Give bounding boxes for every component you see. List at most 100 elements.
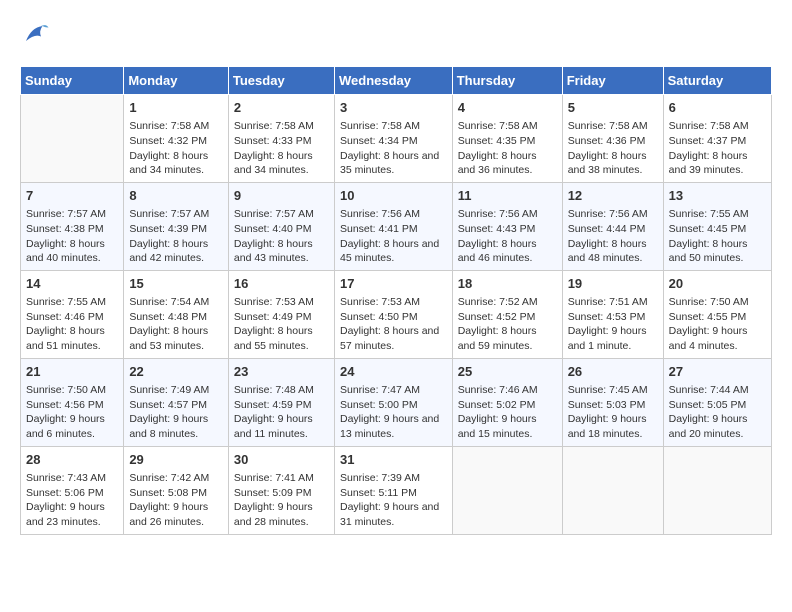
sunrise-text: Sunrise: 7:57 AM [234, 208, 314, 220]
calendar-cell [663, 446, 771, 534]
header-saturday: Saturday [663, 67, 771, 95]
daylight-text: Daylight: 8 hours and 34 minutes. [234, 150, 313, 177]
daylight-text: Daylight: 8 hours and 51 minutes. [26, 325, 105, 352]
day-number: 11 [458, 187, 557, 205]
sunset-text: Sunset: 4:50 PM [340, 311, 418, 323]
daylight-text: Daylight: 8 hours and 46 minutes. [458, 238, 537, 265]
day-number: 19 [568, 275, 658, 293]
sunset-text: Sunset: 4:55 PM [669, 311, 747, 323]
calendar-cell: 26Sunrise: 7:45 AMSunset: 5:03 PMDayligh… [562, 358, 663, 446]
sunset-text: Sunset: 5:05 PM [669, 399, 747, 411]
day-number: 24 [340, 363, 447, 381]
day-number: 3 [340, 99, 447, 117]
day-number: 15 [129, 275, 223, 293]
calendar-cell: 14Sunrise: 7:55 AMSunset: 4:46 PMDayligh… [21, 270, 124, 358]
daylight-text: Daylight: 9 hours and 23 minutes. [26, 501, 105, 528]
daylight-text: Daylight: 8 hours and 57 minutes. [340, 325, 439, 352]
calendar-cell: 27Sunrise: 7:44 AMSunset: 5:05 PMDayligh… [663, 358, 771, 446]
day-number: 4 [458, 99, 557, 117]
sunset-text: Sunset: 4:33 PM [234, 135, 312, 147]
calendar-cell: 16 Sunrise: 7:53 AM Sunset: 4:49 PM Dayligh… [228, 270, 334, 358]
calendar-cell: 18Sunrise: 7:52 AMSunset: 4:52 PMDayligh… [452, 270, 562, 358]
sunset-text: Sunset: 4:35 PM [458, 135, 536, 147]
sunset-text: Sunset: 4:46 PM [26, 311, 104, 323]
day-number: 18 [458, 275, 557, 293]
day-number: 9 [234, 187, 329, 205]
calendar-cell: 2Sunrise: 7:58 AMSunset: 4:33 PMDaylight… [228, 95, 334, 183]
sunrise-text: Sunrise: 7:39 AM [340, 472, 420, 484]
daylight-text: Daylight: 9 hours and 6 minutes. [26, 413, 105, 440]
sunrise-text: Sunrise: 7:55 AM [669, 208, 749, 220]
sunrise-text: Sunrise: 7:49 AM [129, 384, 209, 396]
sunset-text: Sunset: 5:09 PM [234, 487, 312, 499]
calendar-cell: 31Sunrise: 7:39 AMSunset: 5:11 PMDayligh… [334, 446, 452, 534]
calendar-cell: 11Sunrise: 7:56 AMSunset: 4:43 PMDayligh… [452, 182, 562, 270]
daylight-text: Daylight: 8 hours and 43 minutes. [234, 238, 313, 265]
calendar-cell: 1Sunrise: 7:58 AMSunset: 4:32 PMDaylight… [124, 95, 229, 183]
calendar-cell: 22Sunrise: 7:49 AMSunset: 4:57 PMDayligh… [124, 358, 229, 446]
day-number: 16 [234, 275, 329, 293]
calendar-cell [452, 446, 562, 534]
sunset-text: Sunset: 4:49 PM [234, 311, 312, 323]
sunset-text: Sunset: 5:06 PM [26, 487, 104, 499]
daylight-text: Daylight: 8 hours and 50 minutes. [669, 238, 748, 265]
sunrise-text: Sunrise: 7:41 AM [234, 472, 314, 484]
sunset-text: Sunset: 4:40 PM [234, 223, 312, 235]
day-number: 20 [669, 275, 766, 293]
day-number: 23 [234, 363, 329, 381]
day-number: 25 [458, 363, 557, 381]
daylight-text: Daylight: 9 hours and 26 minutes. [129, 501, 208, 528]
daylight-text: Daylight: 9 hours and 28 minutes. [234, 501, 313, 528]
day-number: 12 [568, 187, 658, 205]
sunrise-text: Sunrise: 7:42 AM [129, 472, 209, 484]
calendar-week-row: 1 Sunrise: 7:58 AM Sunset: 4:32 PM Daylight… [21, 95, 772, 183]
calendar-cell: 23Sunrise: 7:48 AMSunset: 4:59 PMDayligh… [228, 358, 334, 446]
sunrise-text: Sunrise: 7:52 AM [458, 296, 538, 308]
calendar-cell: 3Sunrise: 7:58 AMSunset: 4:34 PMDaylight… [334, 95, 452, 183]
sunrise-text: Sunrise: 7:51 AM [568, 296, 648, 308]
sunrise-text: Sunrise: 7:44 AM [669, 384, 749, 396]
sunset-text: Sunset: 4:32 PM [129, 135, 207, 147]
calendar-cell: 28Sunrise: 7:43 AMSunset: 5:06 PMDayligh… [21, 446, 124, 534]
day-number: 13 [669, 187, 766, 205]
calendar-cell: 7Sunrise: 7:57 AMSunset: 4:38 PMDaylight… [21, 182, 124, 270]
daylight-text: Daylight: 8 hours and 42 minutes. [129, 238, 208, 265]
sunrise-text: Sunrise: 7:53 AM [340, 296, 420, 308]
sunrise-text: Sunrise: 7:58 AM [340, 120, 420, 132]
sunset-text: Sunset: 5:03 PM [568, 399, 646, 411]
sunrise-text: Sunrise: 7:56 AM [340, 208, 420, 220]
sunset-text: Sunset: 4:57 PM [129, 399, 207, 411]
daylight-text: Daylight: 8 hours and 55 minutes. [234, 325, 313, 352]
calendar-cell: 25Sunrise: 7:46 AMSunset: 5:02 PMDayligh… [452, 358, 562, 446]
day-number: 17 [340, 275, 447, 293]
sunset-text: Sunset: 4:43 PM [458, 223, 536, 235]
sunrise-text: Sunrise: 7:53 AM [234, 296, 314, 308]
calendar-week-row: 21Sunrise: 7:50 AMSunset: 4:56 PMDayligh… [21, 358, 772, 446]
sunrise-text: Sunrise: 7:45 AM [568, 384, 648, 396]
daylight-text: Daylight: 8 hours and 38 minutes. [568, 150, 647, 177]
sunset-text: Sunset: 4:53 PM [568, 311, 646, 323]
page-header [20, 20, 772, 50]
sunset-text: Sunset: 4:56 PM [26, 399, 104, 411]
calendar-cell: 5Sunrise: 7:58 AMSunset: 4:36 PMDaylight… [562, 95, 663, 183]
daylight-text: Daylight: 9 hours and 20 minutes. [669, 413, 748, 440]
calendar-cell: 15Sunrise: 7:54 AMSunset: 4:48 PMDayligh… [124, 270, 229, 358]
sunset-text: Sunset: 4:38 PM [26, 223, 104, 235]
sunset-text: Sunset: 4:37 PM [669, 135, 747, 147]
sunset-text: Sunset: 4:44 PM [568, 223, 646, 235]
sunrise-text: Sunrise: 7:55 AM [26, 296, 106, 308]
calendar-header-row: Sunday Monday Tuesday Wednesday Thursday… [21, 67, 772, 95]
daylight-text: Daylight: 9 hours and 31 minutes. [340, 501, 439, 528]
day-number: 1 [129, 99, 223, 117]
day-number: 5 [568, 99, 658, 117]
calendar-cell: 10Sunrise: 7:56 AMSunset: 4:41 PMDayligh… [334, 182, 452, 270]
calendar-cell: 4Sunrise: 7:58 AMSunset: 4:35 PMDaylight… [452, 95, 562, 183]
daylight-text: Daylight: 9 hours and 13 minutes. [340, 413, 439, 440]
sunrise-text: Sunrise: 7:58 AM [129, 120, 209, 132]
daylight-text: Daylight: 8 hours and 45 minutes. [340, 238, 439, 265]
calendar-cell: 20Sunrise: 7:50 AMSunset: 4:55 PMDayligh… [663, 270, 771, 358]
header-tuesday: Tuesday [228, 67, 334, 95]
sunset-text: Sunset: 4:52 PM [458, 311, 536, 323]
sunset-text: Sunset: 5:00 PM [340, 399, 418, 411]
sunrise-text: Sunrise: 7:56 AM [568, 208, 648, 220]
